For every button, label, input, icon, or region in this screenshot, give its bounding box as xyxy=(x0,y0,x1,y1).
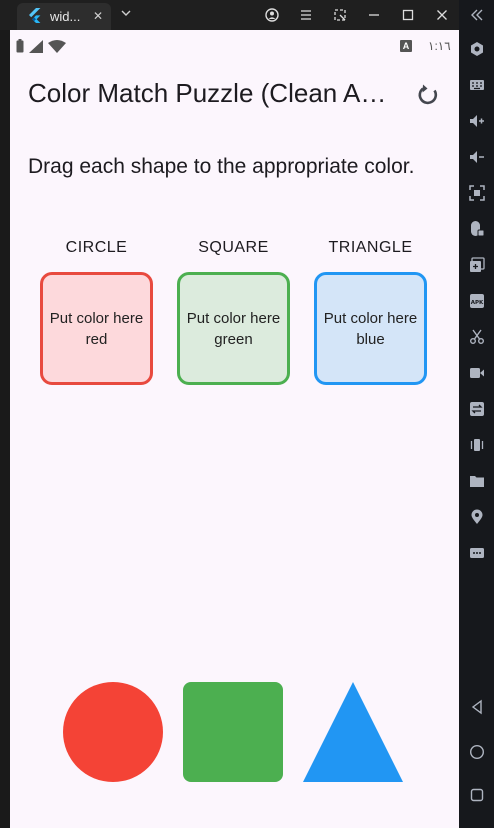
drop-zone-color: red xyxy=(85,330,108,348)
drop-zone-color: blue xyxy=(356,330,385,348)
tab-close-icon[interactable]: ✕ xyxy=(93,9,103,23)
location-icon[interactable] xyxy=(468,508,486,526)
close-icon[interactable] xyxy=(425,0,459,30)
emulator-toolbar: APK xyxy=(459,0,494,828)
wifi-icon xyxy=(48,39,66,58)
drop-zone-hint: Put color here xyxy=(186,309,281,327)
minimize-icon[interactable] xyxy=(357,0,391,30)
volume-down-icon[interactable] xyxy=(468,148,486,166)
tab-title: wid... xyxy=(50,9,81,24)
menu-icon[interactable] xyxy=(289,0,323,30)
drop-zone-hint: Put color here xyxy=(49,309,144,327)
collapse-icon[interactable] xyxy=(468,6,486,24)
apk-install-icon[interactable]: APK xyxy=(468,292,486,310)
drop-zone-color: green xyxy=(214,330,253,348)
screen-record-icon[interactable] xyxy=(468,364,486,382)
shake-icon[interactable] xyxy=(468,436,486,454)
draggable-circle[interactable] xyxy=(63,682,163,782)
settings-hex-icon[interactable] xyxy=(468,40,486,58)
recent-apps-icon[interactable] xyxy=(468,786,486,804)
fullscreen-icon[interactable] xyxy=(468,184,486,202)
draggable-square[interactable] xyxy=(183,682,283,782)
screenshot-icon[interactable] xyxy=(323,0,357,30)
keyboard-badge: A xyxy=(400,40,412,52)
target-triangle: TRIANGLE Put color here blue xyxy=(314,239,427,385)
target-label: CIRCLE xyxy=(65,239,128,256)
account-icon[interactable] xyxy=(255,0,289,30)
multi-instance-icon[interactable] xyxy=(468,256,486,274)
mouse-lock-icon[interactable] xyxy=(468,220,486,238)
target-label: TRIANGLE xyxy=(328,239,413,256)
signal-icon xyxy=(29,39,43,58)
flutter-logo-icon xyxy=(27,8,41,29)
target-square: SQUARE Put color here green xyxy=(177,239,290,385)
refresh-icon[interactable] xyxy=(415,83,441,109)
drop-zone-green[interactable]: Put color here green xyxy=(177,272,290,385)
phone-screen: A ١:١٦ Color Match Puzzle (Clean Archite… xyxy=(10,30,459,828)
svg-text:APK: APK xyxy=(471,300,484,306)
background-window-strip xyxy=(0,30,10,828)
keyboard-icon[interactable] xyxy=(468,76,486,94)
volume-up-icon[interactable] xyxy=(468,112,486,130)
folder-icon[interactable] xyxy=(468,472,486,490)
browser-tab[interactable]: wid... ✕ xyxy=(17,3,111,30)
battery-icon xyxy=(16,39,24,58)
drop-zone-red[interactable]: Put color here red xyxy=(40,272,153,385)
sync-icon[interactable] xyxy=(468,400,486,418)
draggable-triangle[interactable] xyxy=(303,682,403,782)
back-icon[interactable] xyxy=(468,698,486,716)
more-options-icon[interactable] xyxy=(468,544,486,562)
maximize-icon[interactable] xyxy=(391,0,425,30)
instructions-text: Drag each shape to the appropriate color… xyxy=(28,155,415,178)
status-bar: A ١:١٦ xyxy=(10,30,459,62)
scissors-icon[interactable] xyxy=(468,328,486,346)
drop-zone-blue[interactable]: Put color here blue xyxy=(314,272,427,385)
target-circle: CIRCLE Put color here red xyxy=(40,239,153,385)
target-label: SQUARE xyxy=(198,239,269,256)
status-time: ١:١٦ xyxy=(428,39,451,53)
chevron-down-icon[interactable] xyxy=(120,6,132,24)
window-titlebar: wid... ✕ xyxy=(0,0,459,30)
drop-zone-hint: Put color here xyxy=(323,309,418,327)
home-icon[interactable] xyxy=(468,743,486,761)
page-title: Color Match Puzzle (Clean Architecture) xyxy=(28,78,388,108)
